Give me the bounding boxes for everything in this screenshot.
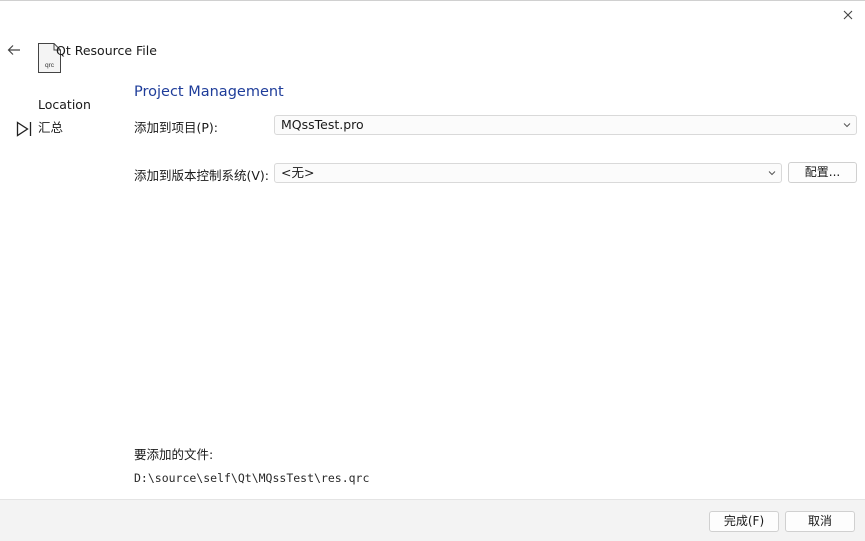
wizard-window: qrc Qt Resource File Location 汇总 Project… [0, 0, 865, 541]
back-button[interactable] [5, 41, 23, 59]
chevron-down-icon [843, 123, 851, 128]
add-to-vcs-label: 添加到版本控制系统(V): [134, 168, 270, 183]
chevron-down-icon [768, 171, 776, 176]
page-title: Project Management [134, 84, 284, 100]
add-to-project-label: 添加到项目(P): [134, 120, 219, 135]
current-step-marker-icon [16, 121, 32, 137]
wizard-steps: Location 汇总 [16, 97, 91, 143]
step-label: 汇总 [38, 120, 64, 135]
close-icon [843, 10, 853, 20]
arrow-left-icon [7, 45, 20, 55]
finish-button[interactable]: 完成(F) [709, 511, 779, 532]
cancel-button[interactable]: 取消 [785, 511, 855, 532]
files-to-add-label: 要添加的文件: [134, 447, 214, 462]
file-icon-label: qrc [45, 62, 55, 69]
add-to-vcs-select[interactable]: <无> [274, 163, 782, 183]
add-to-project-select[interactable]: MQssTest.pro [274, 115, 857, 135]
footer-bar: 完成(F) 取消 [0, 499, 865, 541]
add-to-project-value: MQssTest.pro [281, 117, 364, 132]
step-location: Location [16, 97, 91, 120]
configure-button[interactable]: 配置... [788, 162, 857, 183]
add-to-vcs-value: <无> [281, 165, 315, 180]
step-label: Location [38, 97, 91, 112]
close-button[interactable] [839, 6, 857, 24]
step-summary: 汇总 [16, 120, 91, 143]
file-path: D:\source\self\Qt\MQssTest\res.qrc [134, 471, 370, 485]
wizard-title: Qt Resource File [56, 43, 157, 58]
